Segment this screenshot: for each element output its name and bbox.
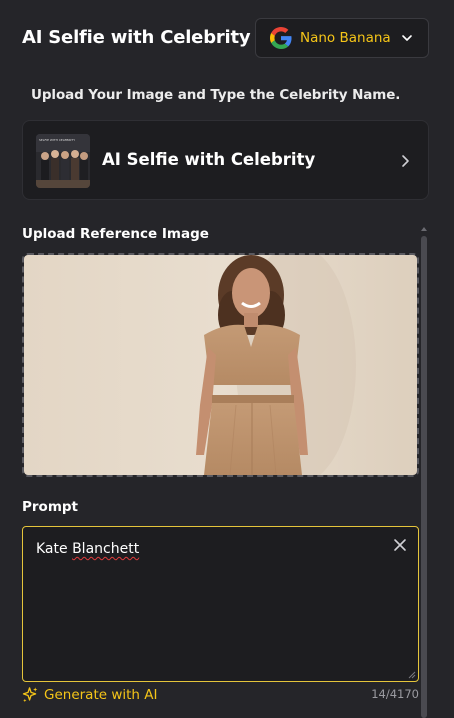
google-g-icon [270,27,292,49]
instruction-text: Upload Your Image and Type the Celebrity… [31,87,401,103]
ai-selfie-panel: AI Selfie with Celebrity Nano Banana Upl… [0,0,454,718]
chevron-right-icon [402,155,409,167]
selfie-group-thumbnail: SELFIE WITH CELEBRITY [36,134,90,188]
prompt-textarea[interactable]: Kate Blanchett [22,526,419,682]
upload-label: Upload Reference Image [22,226,209,242]
prompt-label: Prompt [22,499,79,515]
misspelled-word: Blanchett [72,541,140,557]
scroll-up-arrow-icon[interactable] [421,226,427,232]
model-selector[interactable]: Nano Banana [255,18,429,58]
generate-label: Generate with AI [44,686,158,703]
thumbnail-caption: SELFIE WITH CELEBRITY [39,138,75,142]
reference-photo [24,255,417,475]
scrollbar-thumb[interactable] [421,236,427,718]
resize-handle-icon[interactable] [408,671,416,679]
chevron-down-icon [401,35,412,41]
template-card[interactable]: SELFIE WITH CELEBRITY AI Selfie with Cel… [22,120,429,200]
model-label: Nano Banana [300,30,391,46]
template-thumbnail: SELFIE WITH CELEBRITY [36,134,90,188]
reference-image-upload[interactable] [22,253,419,477]
prompt-value: Kate Blanchett [36,541,140,557]
scrollbar[interactable] [421,236,427,718]
character-count: 14/4170 [371,687,419,701]
generate-with-ai-button[interactable]: Generate with AI [22,686,158,703]
panel-title: AI Selfie with Celebrity [22,27,251,48]
close-icon[interactable] [393,538,407,552]
template-title: AI Selfie with Celebrity [102,150,316,169]
sparkle-icon [22,687,38,703]
